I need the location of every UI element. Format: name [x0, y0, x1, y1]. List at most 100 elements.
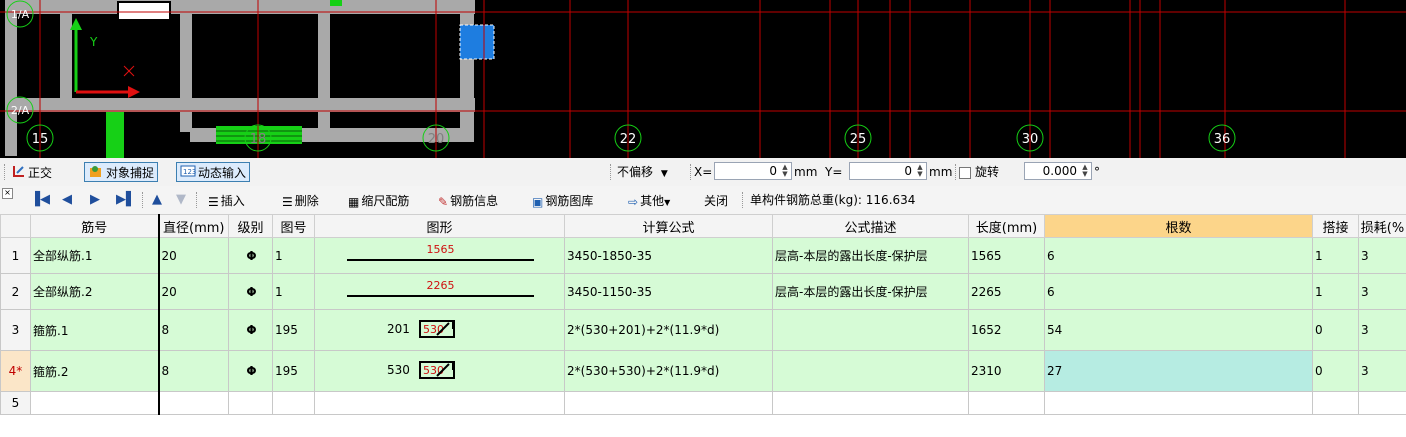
cell-diameter[interactable]: 8 — [157, 350, 229, 392]
prev-record-icon[interactable]: ◀ — [60, 191, 74, 209]
cell-length[interactable]: 1652 — [968, 309, 1045, 351]
table-row[interactable]: 1 全部纵筋.1 20 Φ 1 1565 3450-1850-35 层高-本层的… — [0, 237, 1406, 274]
rotate-checkbox[interactable] — [959, 166, 971, 179]
cell-name[interactable]: 全部纵筋.1 — [30, 237, 159, 274]
table-row[interactable]: 2 全部纵筋.2 20 Φ 1 2265 3450-1150-35 层高-本层的… — [0, 273, 1406, 310]
rebar-info-button[interactable]: ✎ 钢筋信息 — [434, 190, 502, 210]
cell-figure-no[interactable]: 195 — [272, 350, 315, 392]
cell-count-editing[interactable]: 27 — [1044, 350, 1313, 392]
cell-shape[interactable]: 201 530 — [314, 309, 565, 351]
cell-empty[interactable] — [1358, 391, 1406, 415]
cell-formula[interactable]: 3450-1150-35 — [564, 273, 773, 310]
x-spinner-icon[interactable]: ▲ ▼ — [780, 164, 790, 178]
cad-canvas[interactable]: Y 15 18 20 22 25 30 36 1/A 2/A — [0, 0, 1406, 158]
cell-formula-desc[interactable]: 层高-本层的露出长度-保护层 — [772, 237, 969, 274]
cell-empty[interactable] — [1044, 391, 1313, 415]
cell-figure-no[interactable]: 1 — [272, 237, 315, 274]
next-record-icon[interactable]: ▶ — [88, 191, 102, 209]
row-index[interactable]: 3 — [0, 309, 31, 351]
cell-lap[interactable]: 0 — [1312, 350, 1359, 392]
close-button[interactable]: 关闭 — [700, 190, 732, 210]
cell-empty[interactable] — [314, 391, 565, 415]
rotate-spinner-icon[interactable]: ▲ ▼ — [1080, 164, 1090, 178]
move-up-icon[interactable]: ▲ — [150, 191, 164, 209]
cell-formula[interactable]: 2*(530+530)+2*(11.9*d) — [564, 350, 773, 392]
col-header-lap[interactable]: 搭接 — [1312, 214, 1359, 238]
col-header-loss[interactable]: 损耗(% — [1358, 214, 1406, 238]
x-input[interactable]: 0 ▲ ▼ — [714, 162, 792, 180]
cell-name[interactable]: 箍筋.2 — [30, 350, 159, 392]
cell-lap[interactable]: 0 — [1312, 309, 1359, 351]
cell-diameter[interactable]: 20 — [157, 237, 229, 274]
move-down-icon[interactable]: ▼ — [174, 191, 188, 209]
delete-button[interactable]: ☰ 删除 — [278, 190, 323, 210]
table-row[interactable]: 4* 箍筋.2 8 Φ 195 530 530 2*(530+530)+2*(1… — [0, 350, 1406, 392]
row-index[interactable]: 4* — [0, 350, 31, 392]
cell-empty[interactable] — [157, 391, 229, 415]
col-header-grade[interactable]: 级别 — [228, 214, 273, 238]
insert-button[interactable]: ☰ 插入 — [204, 190, 249, 210]
cell-formula-desc[interactable]: 层高-本层的露出长度-保护层 — [772, 273, 969, 310]
cell-formula-desc[interactable] — [772, 350, 969, 392]
col-header-count[interactable]: 根数 — [1044, 214, 1313, 238]
cell-empty[interactable] — [272, 391, 315, 415]
cell-name[interactable]: 箍筋.1 — [30, 309, 159, 351]
collapse-icon[interactable]: × — [2, 188, 13, 199]
last-record-icon[interactable]: ▶▌ — [116, 191, 136, 209]
cell-name[interactable]: 全部纵筋.2 — [30, 273, 159, 310]
rebar-library-button[interactable]: ▣ 钢筋图库 — [528, 190, 597, 210]
table-row[interactable]: 3 箍筋.1 8 Φ 195 201 530 2*(530+201)+2*(11… — [0, 309, 1406, 351]
cell-shape[interactable]: 530 530 — [314, 350, 565, 392]
row-index[interactable]: 1 — [0, 237, 31, 274]
rotate-input[interactable]: 0.000 ▲ ▼ — [1024, 162, 1092, 180]
cell-lap[interactable]: 1 — [1312, 273, 1359, 310]
cell-figure-no[interactable]: 195 — [272, 309, 315, 351]
cell-lap[interactable]: 1 — [1312, 237, 1359, 274]
cell-empty[interactable] — [968, 391, 1045, 415]
cell-empty[interactable] — [228, 391, 273, 415]
cell-loss[interactable]: 3 — [1358, 350, 1406, 392]
col-header-shape[interactable]: 图形 — [314, 214, 565, 238]
scale-rebar-button[interactable]: ▦ 缩尺配筋 — [344, 190, 413, 210]
cell-figure-no[interactable]: 1 — [272, 273, 315, 310]
cell-formula-desc[interactable] — [772, 309, 969, 351]
cell-empty[interactable] — [772, 391, 969, 415]
cell-count[interactable]: 6 — [1044, 237, 1313, 274]
cell-diameter[interactable]: 8 — [157, 309, 229, 351]
cell-formula[interactable]: 2*(530+201)+2*(11.9*d) — [564, 309, 773, 351]
col-header-length[interactable]: 长度(mm) — [968, 214, 1045, 238]
row-index[interactable]: 2 — [0, 273, 31, 310]
col-header-figure-no[interactable]: 图号 — [272, 214, 315, 238]
cell-formula[interactable]: 3450-1850-35 — [564, 237, 773, 274]
cell-loss[interactable]: 3 — [1358, 237, 1406, 274]
cell-grade[interactable]: Φ — [228, 350, 273, 392]
table-row-empty[interactable]: 5 — [0, 391, 1406, 415]
col-header-formula[interactable]: 计算公式 — [564, 214, 773, 238]
cell-diameter[interactable]: 20 — [157, 273, 229, 310]
cell-grade[interactable]: Φ — [228, 309, 273, 351]
col-header-formula-desc[interactable]: 公式描述 — [772, 214, 969, 238]
dynamic-input-toggle[interactable]: 123 动态输入 — [176, 162, 251, 182]
y-input[interactable]: 0 ▲ ▼ — [849, 162, 927, 180]
cell-loss[interactable]: 3 — [1358, 309, 1406, 351]
cell-shape[interactable]: 2265 — [314, 273, 565, 310]
rotate-checkbox-wrap[interactable]: 旋转 — [959, 162, 999, 182]
cell-loss[interactable]: 3 — [1358, 273, 1406, 310]
other-menu-button[interactable]: ⇨ 其他▼ — [624, 190, 674, 210]
cell-length[interactable]: 2265 — [968, 273, 1045, 310]
cell-empty[interactable] — [30, 391, 159, 415]
row-index[interactable]: 5 — [0, 391, 31, 415]
cell-empty[interactable] — [564, 391, 773, 415]
cell-length[interactable]: 2310 — [968, 350, 1045, 392]
cell-shape[interactable]: 1565 — [314, 237, 565, 274]
col-header-name[interactable]: 筋号 — [30, 214, 159, 238]
offset-mode-select[interactable]: 不偏移 ▼ — [616, 162, 676, 182]
cell-count[interactable]: 6 — [1044, 273, 1313, 310]
col-header-diameter[interactable]: 直径(mm) — [157, 214, 229, 238]
cell-empty[interactable] — [1312, 391, 1359, 415]
object-snap-toggle[interactable]: 对象捕捉 — [84, 162, 159, 182]
cell-length[interactable]: 1565 — [968, 237, 1045, 274]
cell-grade[interactable]: Φ — [228, 237, 273, 274]
cell-grade[interactable]: Φ — [228, 273, 273, 310]
cell-count[interactable]: 54 — [1044, 309, 1313, 351]
